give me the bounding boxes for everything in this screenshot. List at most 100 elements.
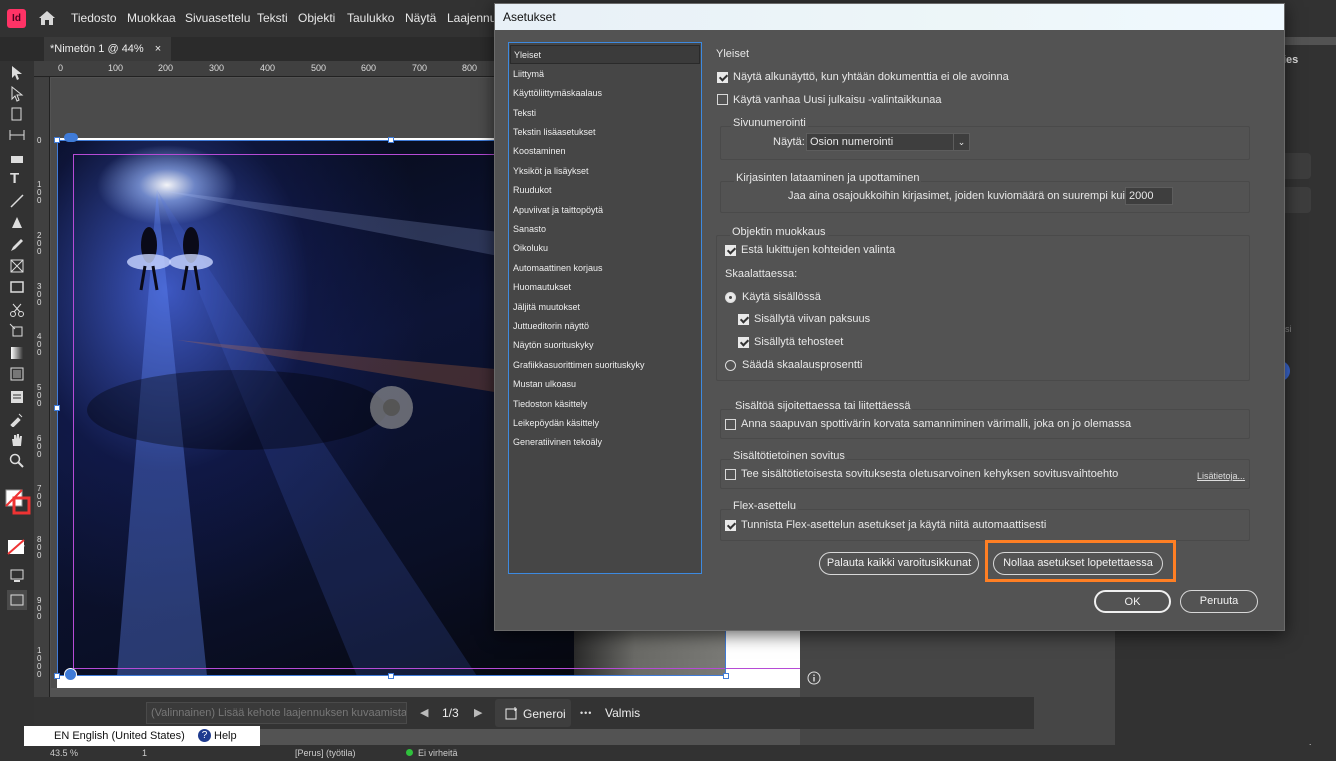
rectangle-frame-tool-icon[interactable] [9,258,25,274]
category-ui-scaling[interactable]: Käyttöliittymäskaalaus [510,84,700,103]
category-dictionary[interactable]: Sanasto [510,220,700,239]
category-autocorrect[interactable]: Automaattinen korjaus [510,259,700,278]
category-story-editor[interactable]: Juttueditorin näyttö [510,317,700,336]
note-tool-icon[interactable] [9,389,25,405]
gradient-swatch-tool-icon[interactable] [9,345,25,361]
menu-table[interactable]: Taulukko [347,11,394,25]
menu-file[interactable]: Tiedosto [71,11,117,25]
free-transform-tool-icon[interactable] [9,323,25,339]
show-start-checkbox[interactable] [717,72,728,83]
eyedropper-tool-icon[interactable] [9,411,25,427]
reset-warnings-button[interactable]: Palauta kaikki varoitusikkunat [819,552,979,575]
category-black-appearance[interactable]: Mustan ulkoasu [510,375,700,394]
gap-tool-icon[interactable] [9,127,25,143]
home-icon[interactable] [38,9,56,27]
selection-tool-icon[interactable] [9,65,25,81]
category-track-changes[interactable]: Jäljitä muutokset [510,298,700,317]
prompt-input[interactable]: (Valinnainen) Lisää kehote laajennuksen … [146,702,407,724]
pencil-tool-icon[interactable] [9,237,25,253]
fill-stroke-swatch-icon[interactable] [5,489,31,515]
previous-variation-icon[interactable]: ◀ [420,706,428,719]
include-effects-checkbox[interactable] [738,337,749,348]
gradient-feather-tool-icon[interactable] [9,366,25,382]
spot-color-checkbox[interactable] [725,419,736,430]
close-icon[interactable]: × [155,43,161,55]
category-spelling[interactable]: Oikoluku [510,239,700,258]
content-fit-checkbox[interactable] [725,469,736,480]
scissors-tool-icon[interactable] [9,302,25,318]
frame-handle[interactable] [54,405,60,411]
line-tool-icon[interactable] [9,193,25,209]
legacy-new-checkbox[interactable] [717,94,728,105]
frame-handle[interactable] [54,673,60,679]
menu-edit[interactable]: Muokkaa [127,11,176,25]
page-number-field[interactable]: 1 [142,748,147,758]
menu-layout[interactable]: Sivuasettelu [185,11,250,25]
learn-more-link[interactable]: Lisätietoja... [1197,471,1245,481]
frame-handle[interactable] [388,137,394,143]
pen-tool-icon[interactable] [9,215,25,231]
chevron-down-icon[interactable]: ⌄ [953,134,969,150]
type-tool-icon[interactable]: T [10,170,19,187]
generate-button[interactable]: Generoi [495,699,571,727]
generate-label: Generoi [523,707,566,721]
help-link[interactable]: Help [214,730,237,742]
frame-handle[interactable] [723,673,729,679]
include-stroke-checkbox[interactable] [738,314,749,325]
menu-object[interactable]: Objekti [298,11,335,25]
prevent-locked-checkbox[interactable] [725,245,736,256]
page-tool-icon[interactable] [9,106,25,122]
category-interface[interactable]: Liittymä [510,65,700,84]
direct-selection-tool-icon[interactable] [9,86,25,102]
zoom-level[interactable]: 43.5 % [50,748,78,758]
font-download-legend: Kirjasinten lataaminen ja upottaminen [734,172,922,184]
category-display-performance[interactable]: Näytön suorituskyky [510,336,700,355]
screen-mode-icon[interactable] [9,568,25,584]
font-subset-input[interactable]: 2000 [1125,187,1173,205]
apply-none-icon[interactable] [7,539,27,557]
category-type[interactable]: Teksti [510,104,700,123]
category-grids[interactable]: Ruudukot [510,181,700,200]
workspace-style[interactable]: [Perus] (työtila) [295,748,356,758]
category-gpu-performance[interactable]: Grafiikkasuorittimen suorituskyky [510,356,700,375]
menu-plugins[interactable]: Laajennu [447,11,496,25]
category-units[interactable]: Yksiköt ja lisäykset [510,162,700,181]
ok-button[interactable]: OK [1094,590,1171,613]
category-list[interactable]: Yleiset Liittymä Käyttöliittymäskaalaus … [508,42,702,574]
more-options-icon[interactable]: ••• [580,708,592,718]
info-icon[interactable] [807,671,821,685]
category-guides[interactable]: Apuviivat ja taittopöytä [510,201,700,220]
cancel-button[interactable]: Peruuta [1180,590,1258,613]
frame-handle[interactable] [54,137,60,143]
adjust-percent-radio[interactable] [725,360,736,371]
rectangle-tool-icon[interactable] [9,279,25,295]
zoom-tool-icon[interactable] [9,453,25,469]
link-badge-icon[interactable] [64,133,78,142]
category-notes[interactable]: Huomautukset [510,278,700,297]
text-wrap-badge-icon[interactable] [64,668,77,681]
menu-view[interactable]: Näytä [405,11,436,25]
page-numbering-select[interactable]: Osion numerointi ⌄ [806,133,970,151]
category-general[interactable]: Yleiset [510,45,700,64]
preview-mode-icon[interactable] [6,589,28,611]
category-file-handling[interactable]: Tiedoston käsittely [510,395,700,414]
preflight-status[interactable]: Ei virheitä [418,748,458,758]
ruler-tick: 8 0 0 [37,535,42,560]
category-advanced-type[interactable]: Tekstin lisäasetukset [510,123,700,142]
document-tab[interactable]: *Nimetön 1 @ 44% × [44,37,172,61]
language-popup[interactable]: EN English (United States) ? Help [24,726,260,746]
vertical-ruler[interactable]: 0 1 0 0 2 0 0 3 0 0 4 0 0 5 0 0 6 0 0 7 … [34,77,50,697]
done-button[interactable]: Valmis [605,706,640,720]
flex-checkbox[interactable] [725,520,736,531]
help-icon[interactable]: ? [198,729,211,742]
content-collector-icon[interactable] [9,149,25,165]
frame-handle[interactable] [388,673,394,679]
apply-content-radio[interactable] [725,292,736,303]
category-composition[interactable]: Koostaminen [510,142,700,161]
content-grabber-center[interactable] [383,399,400,416]
next-variation-icon[interactable]: ▶ [474,706,482,719]
menu-type[interactable]: Teksti [257,11,288,25]
category-generative-ai[interactable]: Generatiivinen tekoäly [510,433,700,452]
hand-tool-icon[interactable] [9,432,25,448]
category-clipboard[interactable]: Leikepöydän käsittely [510,414,700,433]
